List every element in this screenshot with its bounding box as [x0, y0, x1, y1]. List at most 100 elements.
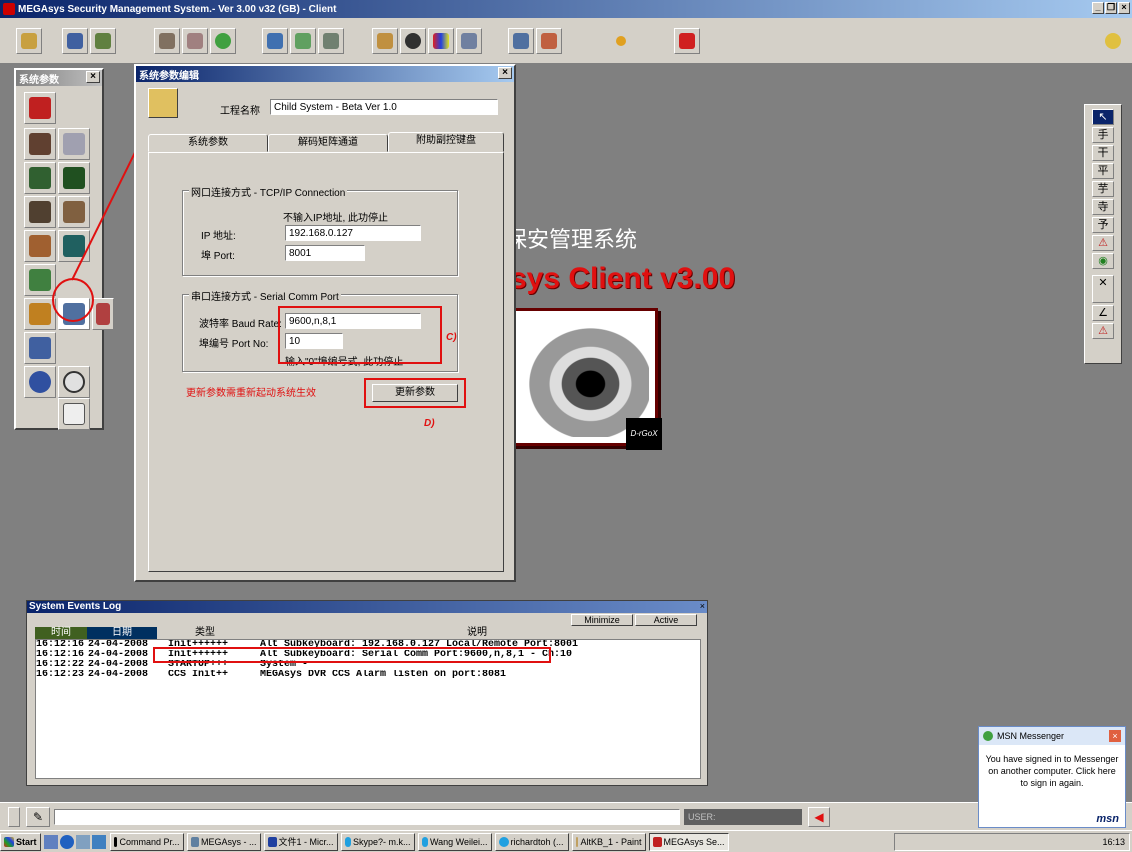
pointer-icon[interactable]: ↖ — [1092, 109, 1114, 125]
lock-icon[interactable] — [16, 28, 42, 54]
events-log-title: System Events Log — [27, 601, 707, 613]
help-icon[interactable] — [1100, 28, 1126, 54]
command-input[interactable] — [54, 809, 680, 825]
grid-icon[interactable] — [456, 28, 482, 54]
tab-decoder-matrix[interactable]: 解码矩阵通道 — [268, 134, 388, 152]
ptz-button-7[interactable]: ⚠ — [1092, 235, 1114, 251]
col-type: 类型 — [157, 627, 253, 639]
col-time: 时间 — [35, 627, 87, 639]
taskbar-item[interactable]: 文件1 - Micr... — [263, 832, 338, 851]
exit-icon[interactable] — [24, 92, 56, 124]
tools-config-icon[interactable] — [58, 128, 90, 160]
image-icon[interactable] — [290, 28, 316, 54]
start-button[interactable]: Start — [0, 832, 41, 851]
msn-close-icon[interactable]: × — [1109, 730, 1121, 742]
col-date: 日期 — [87, 627, 157, 639]
tree-icon[interactable] — [90, 28, 116, 54]
map-icon[interactable] — [182, 28, 208, 54]
msn-notification[interactable]: MSN Messenger × You have signed in to Me… — [978, 726, 1126, 828]
param-palette-close-button[interactable]: × — [86, 71, 100, 83]
printer-icon[interactable] — [154, 28, 180, 54]
ptz-button-1[interactable]: 手 — [1092, 127, 1114, 143]
taskbar-item[interactable]: Command Pr... — [109, 832, 184, 851]
taskbar-item[interactable]: AltKB_1 - Paint — [571, 832, 646, 851]
log-time: 16:12:16 — [36, 640, 85, 650]
ptz-button-11[interactable]: ⚠ — [1092, 323, 1114, 339]
ip-address-input[interactable]: 192.168.0.127 — [285, 225, 421, 241]
log-active-button[interactable]: Active — [635, 614, 697, 626]
antenna-config-icon[interactable] — [58, 196, 90, 228]
taskbar-item-label: MEGAsys Se... — [663, 836, 725, 847]
taskbar-item[interactable]: Skype?- m.k... — [340, 832, 415, 851]
monitor-config-icon[interactable] — [24, 162, 56, 194]
paint-icon — [575, 836, 579, 847]
film-icon[interactable] — [318, 28, 344, 54]
disc-icon[interactable] — [400, 28, 426, 54]
log-minimize-button[interactable]: Minimize — [571, 614, 633, 626]
ie-icon[interactable] — [59, 834, 74, 849]
update-params-button[interactable]: 更新参数 — [372, 384, 458, 402]
taskbar-item-label: MEGAsys - ... — [201, 836, 257, 847]
log-type: CCS Init++ — [168, 670, 229, 680]
ptz-button-10[interactable]: ∠ — [1092, 305, 1114, 321]
alarm-icon[interactable] — [674, 28, 700, 54]
desktop-icon[interactable] — [43, 834, 58, 849]
taskbar-item-label: Wang Weilei... — [429, 836, 488, 847]
background-title-cn: 保安管理系统 — [505, 228, 638, 253]
dragex-logo: D-rGoX — [626, 418, 662, 450]
megasys-app-icon[interactable] — [3, 3, 15, 15]
events-log-close-icon[interactable]: × — [700, 601, 705, 611]
tools-icon[interactable] — [536, 28, 562, 54]
project-name-input[interactable]: Child System - Beta Ver 1.0 — [270, 99, 498, 115]
minimize-button[interactable]: _ — [1092, 2, 1104, 14]
tab-system-params[interactable]: 系统参数 — [148, 134, 268, 152]
explorer-icon[interactable] — [75, 834, 90, 849]
taskbar-item-label: Skype?- m.k... — [353, 836, 411, 847]
ptz-button-6[interactable]: 予 — [1092, 217, 1114, 233]
taskbar-item-active[interactable]: MEGAsys Se... — [648, 832, 729, 851]
pen-config-icon[interactable] — [24, 332, 56, 364]
taskbar-item[interactable]: MEGAsys - ... — [186, 832, 261, 851]
ptz-button-3[interactable]: 平 — [1092, 163, 1114, 179]
app-statusbar: ✎ USER: ◀ — [0, 802, 1132, 830]
clock-icon[interactable] — [210, 28, 236, 54]
guard-config-icon[interactable] — [58, 398, 90, 430]
media-icon[interactable] — [91, 834, 106, 849]
annotation-box-c — [278, 306, 442, 364]
camera-config-icon[interactable] — [24, 128, 56, 160]
ptz-button-8[interactable]: ◉ — [1092, 253, 1114, 269]
network-settings-icon[interactable] — [148, 88, 178, 118]
restore-button[interactable]: ❐ — [1105, 2, 1117, 14]
app-titlebar: MEGAsys Security Management System.- Ver… — [0, 0, 1132, 18]
schedule-config-icon[interactable] — [58, 366, 90, 398]
msn-message[interactable]: You have signed in to Messenger on anoth… — [979, 745, 1125, 797]
back-arrow-icon[interactable]: ◀ — [808, 807, 830, 827]
settings-icon[interactable] — [508, 28, 534, 54]
operator-config-icon[interactable] — [92, 298, 114, 330]
ptz-button-9[interactable]: ✕ — [1092, 275, 1114, 303]
user-config-icon[interactable] — [58, 230, 90, 262]
tray-clock: 16:13 — [1102, 837, 1125, 847]
param-editor-close-button[interactable]: × — [498, 67, 512, 79]
ptz-button-2[interactable]: 干 — [1092, 145, 1114, 161]
globe-config-icon[interactable] — [24, 366, 56, 398]
taskbar-item[interactable]: Wang Weilei... — [417, 832, 492, 851]
ptz-button-4[interactable]: 芋 — [1092, 181, 1114, 197]
ip-label: IP 地址: — [201, 231, 236, 242]
device-config-icon[interactable] — [58, 162, 90, 194]
figure-icon[interactable] — [372, 28, 398, 54]
port-input[interactable]: 8001 — [285, 245, 365, 261]
camera-icon[interactable] — [262, 28, 288, 54]
log-row[interactable]: 16:12:23 24-04-2008 CCS Init++ MEGAsys DVR … — [36, 670, 700, 680]
pen-icon[interactable]: ✎ — [26, 807, 50, 827]
door-config-icon[interactable] — [24, 264, 56, 296]
ptz-button-5[interactable]: 寺 — [1092, 199, 1114, 215]
color-icon[interactable] — [428, 28, 454, 54]
tab-aux-keyboard[interactable]: 附助副控键盘 — [388, 132, 504, 152]
close-button[interactable]: × — [1118, 2, 1130, 14]
taskbar-item-label: 文件1 - Micr... — [278, 836, 334, 847]
taskbar-item[interactable]: richardtoh (... — [494, 832, 569, 851]
io-config-icon[interactable] — [24, 196, 56, 228]
tape-config-icon[interactable] — [24, 230, 56, 262]
network-icon[interactable] — [62, 28, 88, 54]
